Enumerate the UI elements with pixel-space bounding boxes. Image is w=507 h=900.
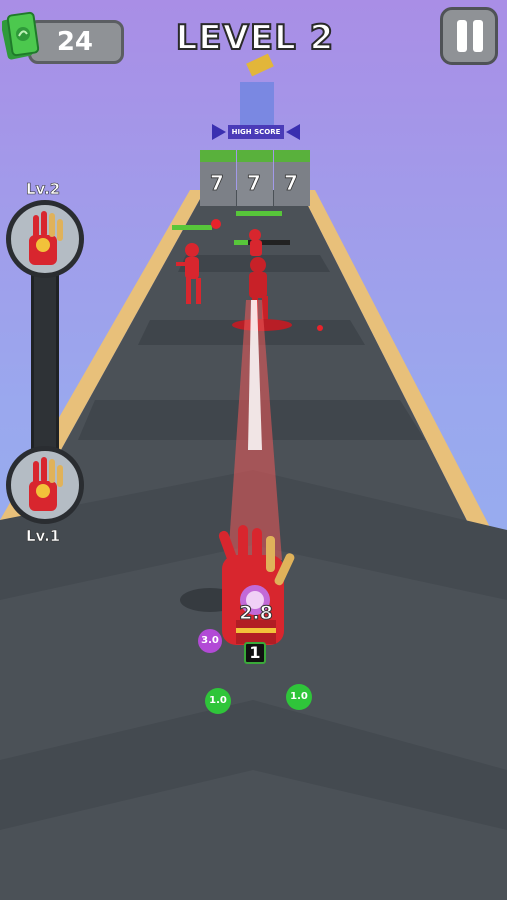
pause-icon [457, 20, 467, 52]
wall-block-value: 7 [210, 171, 224, 195]
level-meter-bottom-label: Lv.1 [26, 527, 61, 546]
flag-left [212, 124, 226, 140]
upgrade-orb: 1.0 [286, 684, 312, 710]
level-1-glove-badge [6, 446, 84, 524]
level-title: LEVEL 2 [175, 17, 335, 59]
enemy-figure [249, 229, 262, 256]
wall-block-value: 7 [284, 171, 298, 195]
glove-icon [29, 457, 63, 511]
far-tower [240, 82, 274, 130]
pause-button[interactable] [440, 7, 498, 65]
cash-icon [2, 11, 40, 60]
high-score-sign: HIGH SCORE [228, 125, 284, 139]
glove-power-value: 2.8 [239, 602, 274, 625]
enemy-health-bar [172, 225, 212, 230]
level-meter-top-label: Lv.2 [26, 180, 61, 199]
upgrade-orb: 3.0 [198, 629, 222, 653]
ammo-count-badge: 1 [244, 642, 266, 664]
wall-blocks: 7 7 7 [200, 150, 310, 206]
glove-icon [29, 211, 63, 265]
upgrade-orb: 1.0 [205, 688, 231, 714]
flag-right [286, 124, 300, 140]
cash-amount: 24 [56, 27, 93, 57]
cash-counter: 24 [28, 20, 124, 64]
enemy-health-bar [236, 211, 282, 216]
wall-block-value: 7 [247, 171, 261, 195]
level-2-glove-badge [6, 200, 84, 278]
